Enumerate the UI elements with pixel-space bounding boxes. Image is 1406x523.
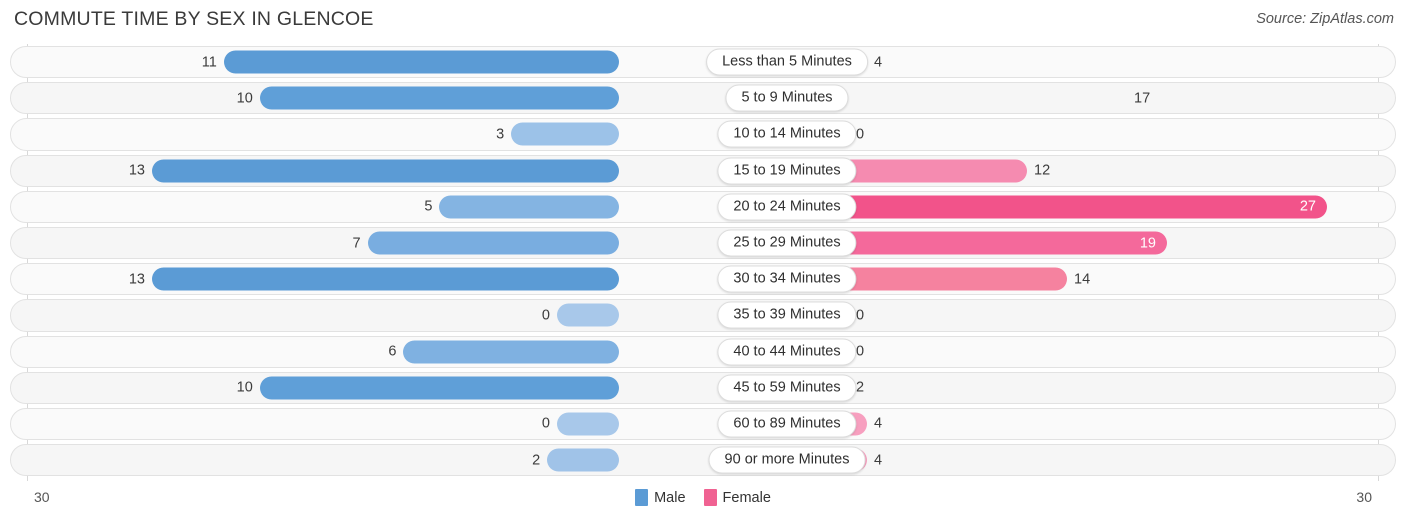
category-label: 35 to 39 Minutes [717, 301, 857, 329]
bar-male: 0 [542, 412, 619, 436]
bar-value-male: 0 [541, 307, 550, 324]
legend-label: Female [722, 489, 771, 506]
bar-value-female: 12 [1034, 162, 1051, 179]
bar-value-male: 7 [352, 235, 361, 252]
bar-value-male: 0 [541, 415, 550, 432]
row-track [10, 335, 1396, 368]
legend-item[interactable]: Female [703, 489, 771, 506]
chart-plot-area: 11 4 Less than 5 Minutes 10 17 5 to 9 Minutes… [0, 44, 1406, 481]
chart-legend: Male Female [0, 489, 1406, 506]
bar-row: 13 14 30 to 34 Minutes [0, 261, 1406, 297]
page-title: COMMUTE TIME BY SEX IN GLENCOE [14, 8, 374, 30]
bar-male: 13 [129, 159, 619, 183]
row-track [10, 226, 1396, 260]
category-label: 90 or more Minutes [708, 446, 866, 474]
bar-row: 13 12 15 to 19 Minutes [0, 153, 1406, 189]
bar-male: 11 [202, 50, 619, 74]
bar-rows-container: 11 4 Less than 5 Minutes 10 17 5 to 9 Minutes… [0, 44, 1406, 478]
bar-value-male: 2 [532, 452, 541, 469]
bar-value-female: 0 [856, 126, 865, 143]
bar-value-male: 6 [388, 343, 397, 360]
bar-value-male: 13 [128, 162, 145, 179]
category-label: 45 to 59 Minutes [717, 374, 857, 402]
legend-item[interactable]: Male [635, 489, 686, 506]
category-label: 30 to 34 Minutes [717, 265, 857, 293]
bar-row: 10 17 5 to 9 Minutes [0, 80, 1406, 116]
row-track [10, 82, 1396, 115]
bar-male: 10 [237, 86, 619, 110]
bar-male: 7 [352, 231, 619, 255]
bar-value-male: 5 [424, 198, 433, 215]
bar-male: 10 [237, 376, 619, 400]
row-track [10, 407, 1396, 441]
row-track [10, 371, 1396, 404]
category-label: 20 to 24 Minutes [717, 193, 857, 221]
category-label: Less than 5 Minutes [706, 48, 868, 76]
bar-value-female: 27 [1299, 198, 1316, 215]
category-label: 40 to 44 Minutes [717, 338, 857, 366]
bar-value-male: 3 [496, 126, 505, 143]
bar-value-female: 4 [874, 415, 883, 432]
bar-row: 3 0 10 to 14 Minutes [0, 116, 1406, 152]
chart-footer: 30 30 Male Female [0, 481, 1406, 523]
category-label: 25 to 29 Minutes [717, 229, 857, 257]
bar-row: 0 0 35 to 39 Minutes [0, 297, 1406, 333]
bar-row: 5 27 20 to 24 Minutes [0, 189, 1406, 225]
bar-male: 2 [532, 448, 619, 472]
bar-value-female: 0 [856, 307, 865, 324]
bar-value-female: 4 [874, 54, 883, 71]
bar-value-male: 13 [128, 271, 145, 288]
source-attribution: Source: ZipAtlas.com [1256, 11, 1394, 27]
category-label: 5 to 9 Minutes [725, 84, 849, 112]
legend-swatch-icon [703, 489, 717, 506]
legend-swatch-icon [635, 489, 649, 506]
bar-value-female: 14 [1074, 271, 1091, 288]
category-label: 60 to 89 Minutes [717, 410, 857, 438]
chart-header: COMMUTE TIME BY SEX IN GLENCOE Source: Z… [0, 0, 1406, 40]
bar-male: 3 [496, 122, 619, 146]
row-track [10, 118, 1396, 151]
row-track [10, 46, 1396, 79]
category-label: 15 to 19 Minutes [717, 157, 857, 185]
bar-female: 27 [787, 195, 1327, 219]
bar-value-female: 2 [856, 379, 865, 396]
bar-value-male: 10 [236, 90, 253, 107]
category-label: 10 to 14 Minutes [717, 120, 857, 148]
bar-male: 13 [129, 267, 619, 291]
row-track [10, 444, 1396, 477]
bar-value-female: 4 [874, 452, 883, 469]
bar-row: 10 2 45 to 59 Minutes [0, 370, 1406, 406]
bar-male: 6 [388, 340, 619, 364]
bar-value-male: 11 [201, 54, 217, 71]
row-track [10, 299, 1396, 332]
bar-value-female: 19 [1139, 235, 1156, 252]
bar-row: 11 4 Less than 5 Minutes [0, 44, 1406, 80]
bar-value-male: 10 [236, 379, 253, 396]
bar-row: 0 4 60 to 89 Minutes [0, 406, 1406, 442]
bar-row: 6 0 40 to 44 Minutes [0, 334, 1406, 370]
bar-row: 2 4 90 or more Minutes [0, 442, 1406, 478]
bar-row: 7 19 25 to 29 Minutes [0, 225, 1406, 261]
bar-male: 5 [424, 195, 619, 219]
legend-label: Male [654, 489, 686, 506]
bar-value-female: 0 [856, 343, 865, 360]
bar-value-female: 17 [1134, 90, 1151, 107]
bar-male: 0 [542, 303, 619, 327]
